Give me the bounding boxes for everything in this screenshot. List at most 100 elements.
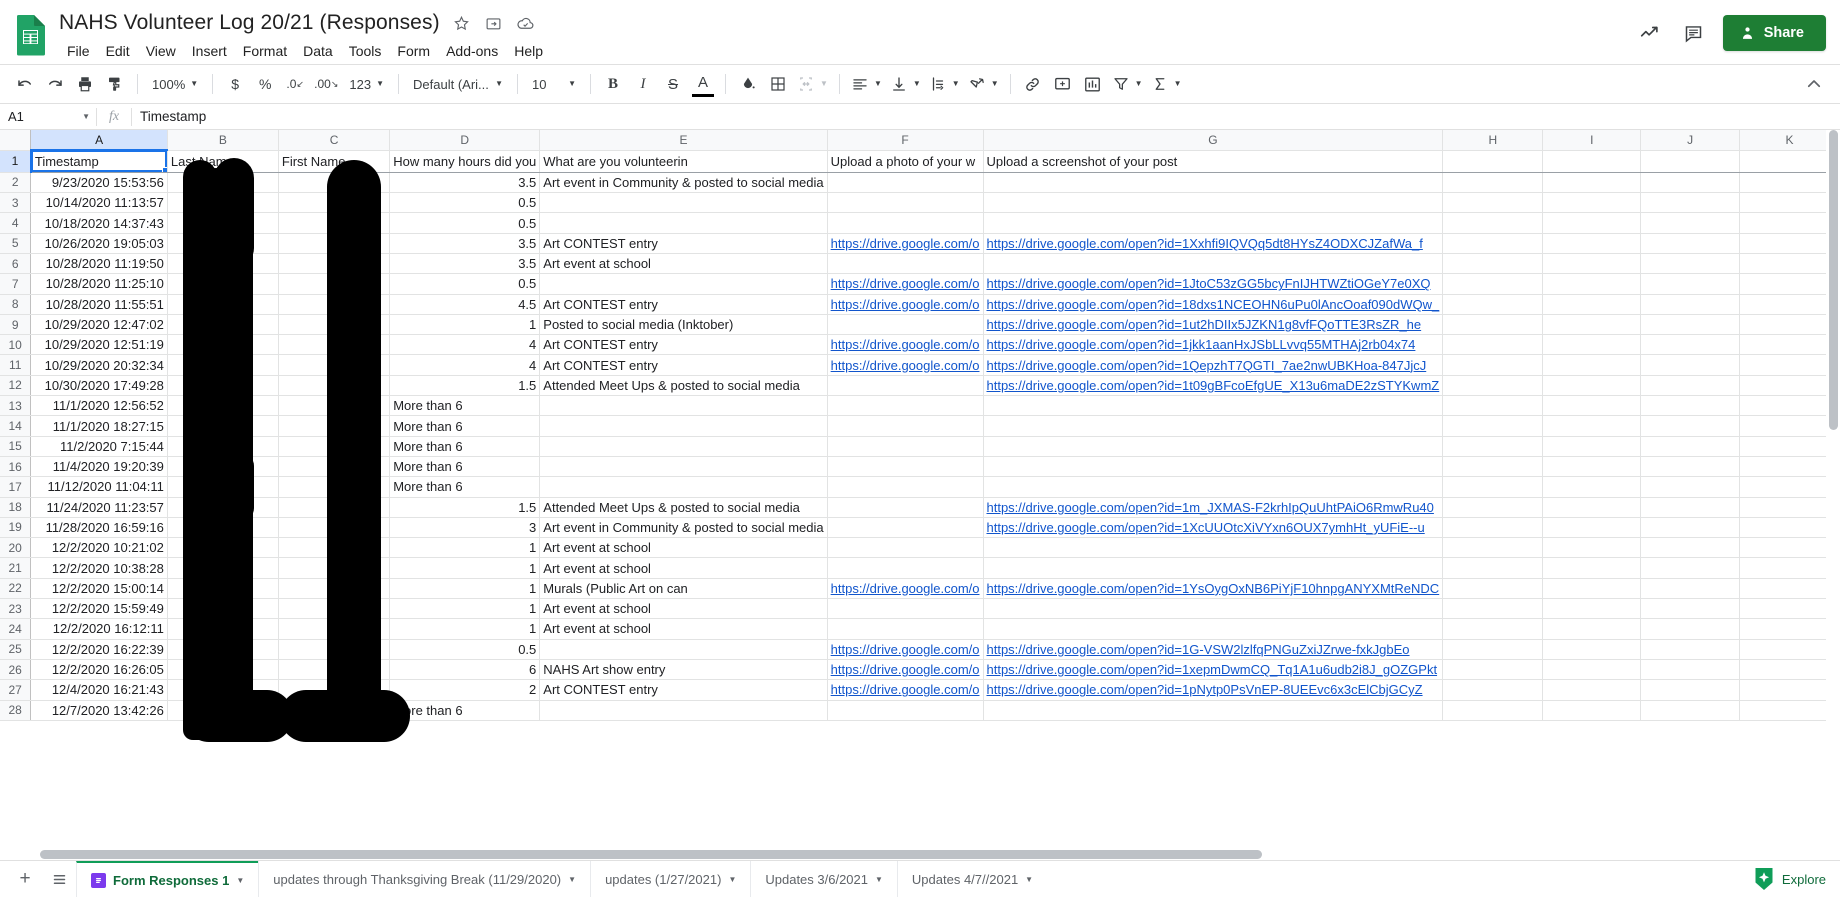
- header-cell-e1[interactable]: What are you volunteerin: [539, 150, 828, 173]
- cell-d12[interactable]: 1.5: [389, 375, 541, 397]
- cell-h21[interactable]: [1442, 557, 1544, 579]
- cell-i22[interactable]: [1542, 578, 1642, 600]
- strikethrough-button[interactable]: S: [658, 69, 688, 99]
- table-row[interactable]: 12 10/30/2020 17:49:28 1.5 Attended Meet Up…: [0, 375, 1840, 397]
- cell-i12[interactable]: [1542, 375, 1642, 397]
- cell-g14[interactable]: [983, 415, 1444, 437]
- cell-d6[interactable]: 3.5: [389, 253, 541, 275]
- cell-a28[interactable]: 12/7/2020 13:42:26: [30, 700, 168, 721]
- cell-g17[interactable]: [983, 476, 1444, 498]
- cell-f28[interactable]: [827, 700, 984, 721]
- cell-k13[interactable]: [1739, 395, 1840, 417]
- cell-k7[interactable]: [1739, 273, 1840, 295]
- column-header-e[interactable]: E: [539, 130, 828, 151]
- cell-f26[interactable]: https://drive.google.com/o: [827, 659, 984, 681]
- table-row[interactable]: 19 11/28/2020 16:59:16 3 Art event in Commu…: [0, 517, 1840, 539]
- cell-f8[interactable]: https://drive.google.com/o: [827, 294, 984, 315]
- row-header-6[interactable]: 6: [0, 253, 32, 275]
- menu-view[interactable]: View: [138, 41, 184, 61]
- cell-i20[interactable]: [1542, 537, 1642, 559]
- table-row[interactable]: 2 9/23/2020 15:53:56 3.5 Art event in Commu…: [0, 172, 1840, 194]
- cell-j14[interactable]: [1640, 415, 1741, 437]
- cell-a3[interactable]: 10/14/2020 11:13:57: [30, 192, 168, 214]
- cell-g7[interactable]: https://drive.google.com/open?id=1JtoC53…: [983, 273, 1444, 295]
- insert-link-icon[interactable]: [1018, 69, 1048, 99]
- document-title[interactable]: NAHS Volunteer Log 20/21 (Responses): [56, 10, 443, 36]
- table-row[interactable]: 4 10/18/2020 14:37:43 0.5: [0, 212, 1840, 234]
- cell-f14[interactable]: [827, 415, 984, 437]
- cell-i4[interactable]: [1542, 212, 1642, 234]
- cell-e4[interactable]: [539, 212, 828, 234]
- redo-icon[interactable]: [40, 69, 70, 99]
- cell-h19[interactable]: [1442, 517, 1544, 539]
- all-sheets-icon[interactable]: [42, 864, 76, 894]
- filter-icon[interactable]: ▼: [1108, 69, 1147, 99]
- row-header-15[interactable]: 15: [0, 436, 32, 457]
- cell-e22[interactable]: Murals (Public Art on can: [539, 578, 828, 600]
- column-header-f[interactable]: F: [827, 130, 984, 151]
- table-row[interactable]: 13 11/1/2020 12:56:52 More than 6: [0, 395, 1840, 417]
- row-header-24[interactable]: 24: [0, 618, 32, 640]
- table-row[interactable]: 11 10/29/2020 20:32:34 4 Art CONTEST entry h…: [0, 354, 1840, 376]
- font-family-selector[interactable]: Default (Ari... ▼: [406, 69, 510, 99]
- cell-e27[interactable]: Art CONTEST entry: [539, 679, 828, 701]
- table-row[interactable]: 14 11/1/2020 18:27:15 More than 6: [0, 415, 1840, 437]
- cell-a13[interactable]: 11/1/2020 12:56:52: [30, 395, 168, 417]
- cell-k24[interactable]: [1739, 618, 1840, 640]
- row-header-17[interactable]: 17: [0, 476, 32, 498]
- cell-i10[interactable]: [1542, 334, 1642, 356]
- cell-a7[interactable]: 10/28/2020 11:25:10: [30, 273, 168, 295]
- cell-g6[interactable]: [983, 253, 1444, 275]
- cell-j22[interactable]: [1640, 578, 1741, 600]
- cell-h2[interactable]: [1442, 172, 1544, 194]
- cell-h27[interactable]: [1442, 679, 1544, 701]
- cell-e19[interactable]: Art event in Community & posted to socia…: [539, 517, 828, 539]
- cell-f5[interactable]: https://drive.google.com/o: [827, 233, 984, 254]
- cell-i5[interactable]: [1542, 233, 1642, 254]
- cell-d15[interactable]: More than 6: [389, 436, 541, 457]
- cell-i14[interactable]: [1542, 415, 1642, 437]
- cell-j6[interactable]: [1640, 253, 1741, 275]
- cell-g11[interactable]: https://drive.google.com/open?id=1QepzhT…: [983, 354, 1444, 376]
- cell-h17[interactable]: [1442, 476, 1544, 498]
- font-size-selector[interactable]: 10 ▼: [525, 69, 583, 99]
- cell-f22[interactable]: https://drive.google.com/o: [827, 578, 984, 600]
- row-header-12[interactable]: 12: [0, 375, 32, 397]
- cell-g18[interactable]: https://drive.google.com/open?id=1m_JXMA…: [983, 497, 1444, 518]
- cell-g28[interactable]: [983, 700, 1444, 721]
- explore-button[interactable]: Explore: [1754, 867, 1826, 891]
- cell-j13[interactable]: [1640, 395, 1741, 417]
- cell-g25[interactable]: https://drive.google.com/open?id=1G-VSW2…: [983, 639, 1444, 660]
- cell-g8[interactable]: https://drive.google.com/open?id=18dxs1N…: [983, 294, 1444, 315]
- cell-e14[interactable]: [539, 415, 828, 437]
- cell-e16[interactable]: [539, 456, 828, 478]
- cell-f16[interactable]: [827, 456, 984, 478]
- cell-j16[interactable]: [1640, 456, 1741, 478]
- table-row[interactable]: 26 12/2/2020 16:26:05 6 NAHS Art show entry…: [0, 659, 1840, 681]
- cell-d19[interactable]: 3: [389, 517, 541, 539]
- cell-f20[interactable]: [827, 537, 984, 559]
- text-color-button[interactable]: A: [688, 69, 718, 99]
- cell-h3[interactable]: [1442, 192, 1544, 214]
- sheet-tab-4[interactable]: Updates 4/7//2021 ▼: [896, 860, 1047, 897]
- comment-icon[interactable]: [1675, 14, 1713, 52]
- column-header-h[interactable]: H: [1442, 130, 1544, 151]
- text-wrapping-icon[interactable]: ▼: [925, 69, 964, 99]
- cell-a27[interactable]: 12/4/2020 16:21:43: [30, 679, 168, 701]
- cell-a15[interactable]: 11/2/2020 7:15:44: [30, 436, 168, 457]
- cell-g23[interactable]: [983, 598, 1444, 620]
- cell-i27[interactable]: [1542, 679, 1642, 701]
- row-header-23[interactable]: 23: [0, 598, 32, 620]
- cell-d8[interactable]: 4.5: [389, 294, 541, 315]
- insert-comment-icon[interactable]: [1048, 69, 1078, 99]
- cell-e3[interactable]: [539, 192, 828, 214]
- formula-input[interactable]: Timestamp: [132, 109, 1840, 124]
- cell-i24[interactable]: [1542, 618, 1642, 640]
- cell-k10[interactable]: [1739, 334, 1840, 356]
- cell-d5[interactable]: 3.5: [389, 233, 541, 254]
- cell-f4[interactable]: [827, 212, 984, 234]
- name-box[interactable]: A1 ▼: [0, 109, 96, 124]
- cell-e26[interactable]: NAHS Art show entry: [539, 659, 828, 681]
- cell-h10[interactable]: [1442, 334, 1544, 356]
- row-header-22[interactable]: 22: [0, 578, 32, 600]
